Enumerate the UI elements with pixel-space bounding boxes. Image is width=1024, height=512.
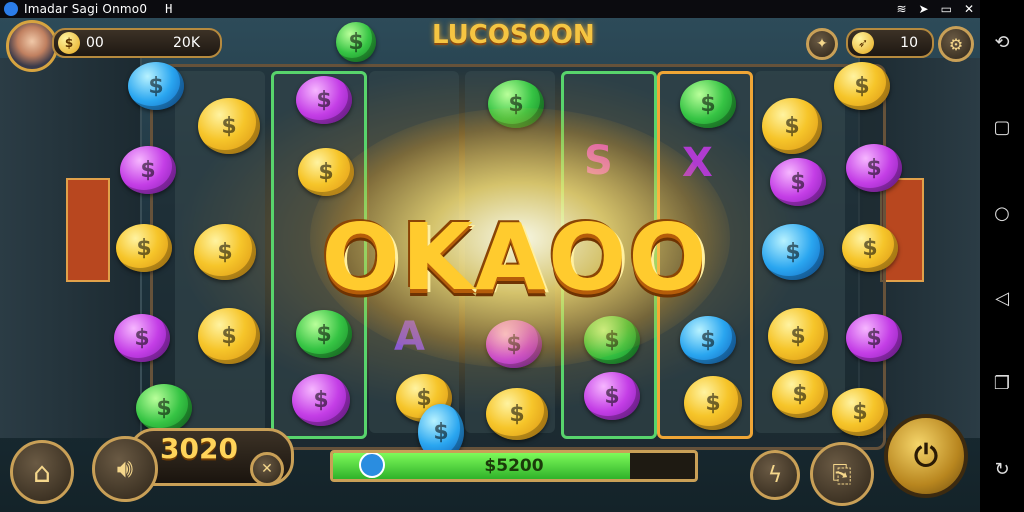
battery-icon: ▭ xyxy=(940,2,952,16)
coin-symbol: $ xyxy=(842,224,898,272)
coin-symbol: $ xyxy=(762,224,824,280)
coin-symbol: $ xyxy=(296,76,352,124)
balance-value: 3020 xyxy=(160,432,238,465)
circle-icon[interactable]: ○ xyxy=(994,203,1010,224)
copy-icon[interactable]: ❐ xyxy=(994,373,1010,394)
red-banner-left xyxy=(66,178,110,282)
speaker-icon: 🔊︎ xyxy=(116,453,134,484)
coin-symbol: $ xyxy=(770,158,826,206)
coin-symbol: $ xyxy=(680,80,736,128)
coin-symbol: $ xyxy=(584,372,640,420)
coin-symbol: $ xyxy=(116,224,172,272)
progress-bar: $5200 xyxy=(330,450,698,482)
coin-symbol: $ xyxy=(292,374,350,426)
gift-icon[interactable]: ✦ xyxy=(806,28,838,60)
system-icons: ≋ ➤ ▭ ✕ xyxy=(896,0,974,18)
coin-symbol: $ xyxy=(684,376,742,430)
coin-symbol: $ xyxy=(198,308,260,364)
camera-button[interactable]: ⎘ xyxy=(810,442,874,506)
coin-symbol: $ xyxy=(762,98,822,154)
coin-symbol: $ xyxy=(768,308,828,364)
device-nav-bar: ⟲ ▢ ○ ◁ ❐ ↻ xyxy=(980,0,1024,512)
settings-gear-icon[interactable]: ⚙ xyxy=(938,26,974,62)
spin-button[interactable]: ⏻ xyxy=(884,414,968,498)
coin-symbol: $ xyxy=(680,316,736,364)
coin-symbol: $ xyxy=(128,62,184,110)
sound-button[interactable]: 🔊︎ xyxy=(92,436,158,502)
status-bar: Imadar Sagi Onmo0 H ≋ ➤ ▭ ✕ xyxy=(0,0,980,18)
coin-symbol: $ xyxy=(846,144,902,192)
coin-symbol: $ xyxy=(772,370,828,418)
wifi-icon: ≋ xyxy=(896,2,907,16)
coin-symbol: $ xyxy=(198,98,260,154)
rotate-icon[interactable]: ⟲ xyxy=(994,32,1009,53)
refresh-icon[interactable]: ↻ xyxy=(994,459,1009,480)
coin-symbol: $ xyxy=(832,388,888,436)
app-icon xyxy=(4,2,18,16)
close-icon: ✕ xyxy=(261,461,273,477)
coin-symbol: $ xyxy=(114,314,170,362)
lightning-icon: ϟ xyxy=(767,462,783,488)
autoplay-button[interactable]: ϟ xyxy=(750,450,800,500)
coin-symbol: $ xyxy=(136,384,192,432)
rocket-icon: ➶ xyxy=(852,32,874,54)
coin-symbol: $ xyxy=(194,224,256,280)
counter-value: 10 xyxy=(900,35,918,51)
close-balance-button[interactable]: ✕ xyxy=(250,452,284,486)
coins-value: 20K xyxy=(173,35,200,51)
coin-symbol: $ xyxy=(834,62,890,110)
location-icon: ➤ xyxy=(918,2,929,16)
game-logo: LUCOSOON xyxy=(432,20,595,50)
logo-coin: $ xyxy=(336,22,376,62)
big-win-text: OKAOO xyxy=(321,204,709,311)
counter-pill[interactable]: ➶ 10 xyxy=(846,28,934,58)
coin-symbol: $ xyxy=(486,388,548,440)
coin-balance-pill[interactable]: $ 00 20K xyxy=(52,28,222,58)
coins-label: 00 xyxy=(86,35,104,51)
close-icon[interactable]: ✕ xyxy=(964,2,974,16)
progress-label: $5200 xyxy=(484,456,544,476)
coin-symbol: $ xyxy=(120,146,176,194)
window-title: Imadar Sagi Onmo0 xyxy=(24,2,148,16)
player-avatar[interactable] xyxy=(6,20,58,72)
camera-icon: ⎘ xyxy=(832,460,852,488)
triangle-back-icon[interactable]: ◁ xyxy=(995,288,1009,309)
power-icon: ⏻ xyxy=(914,438,938,474)
coin-icon: $ xyxy=(58,32,80,54)
home-icon: ⌂ xyxy=(33,455,51,489)
square-icon[interactable]: ▢ xyxy=(993,117,1010,138)
home-button[interactable]: ⌂ xyxy=(10,440,74,504)
coin-symbol: $ xyxy=(846,314,902,362)
window-h-mark: H xyxy=(165,2,173,16)
